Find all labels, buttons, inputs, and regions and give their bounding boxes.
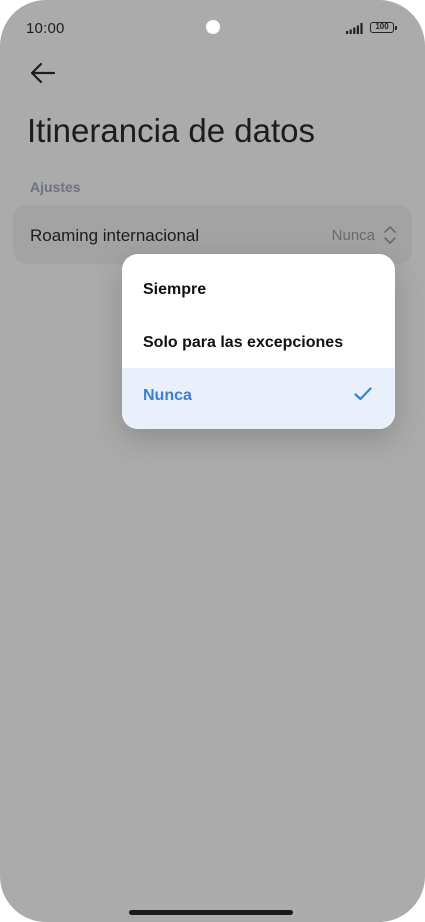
option-label: Nunca [143,387,192,404]
option-label: Siempre [143,281,207,298]
section-header: Ajustes [30,179,81,195]
option-siempre[interactable]: Siempre [122,262,395,323]
option-label: Solo para las excepciones [143,334,344,351]
home-indicator[interactable] [129,910,293,915]
chevron-up-down-icon [384,226,396,244]
option-solo-excepciones[interactable]: Solo para las excepciones [122,315,395,376]
dropdown-menu: Siempre Solo para las excepciones Nunca [122,254,395,429]
option-nunca[interactable]: Nunca [122,368,395,429]
status-time: 10:00 [26,20,65,37]
signal-icon [346,23,363,34]
phone-screen: 10:00 100 Itinerancia de datos Ajustes R… [0,0,425,922]
status-bar: 10:00 100 [0,0,425,56]
arrow-left-icon[interactable] [28,60,58,86]
setting-value: Nunca [331,227,375,244]
camera-cutout [206,20,220,34]
setting-label: Roaming internacional [30,226,200,245]
page-title: Itinerancia de datos [27,112,316,149]
battery-icon: 100 [370,22,397,33]
check-icon [354,387,372,401]
